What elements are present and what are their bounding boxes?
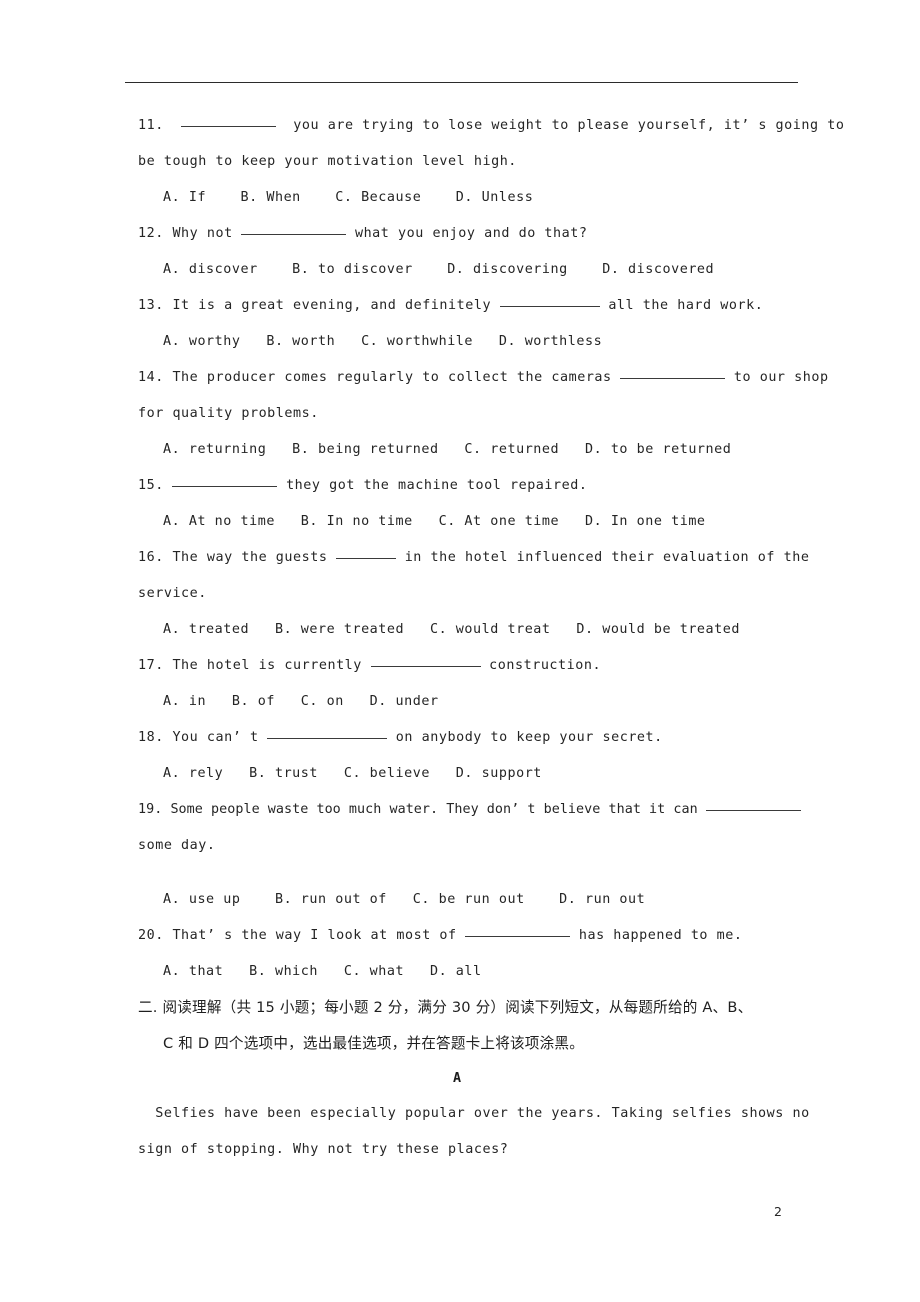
question-stem-line: 16. The way the guests in the hotel infl… <box>138 540 809 576</box>
question-stem-line: some day. <box>138 828 786 864</box>
passage-line: sign of stopping. Why not try these plac… <box>138 1142 509 1157</box>
question-stem-line: 20. That’ s the way I look at most of ha… <box>138 918 786 954</box>
fill-in-blank <box>172 474 278 487</box>
question-stem-line: 19. Some people waste too much water. Th… <box>138 792 801 828</box>
fill-in-blank <box>181 114 277 127</box>
question-options-line: A. in B. of C. on D. under <box>138 684 786 720</box>
question-item: 11. you are trying to lose weight to ple… <box>138 108 844 216</box>
page-number: 2 <box>774 1204 782 1219</box>
text-run: for quality problems. <box>138 406 319 421</box>
question-options-line: A. use up B. run out of C. be run out D.… <box>138 882 786 918</box>
document-page: 11. you are trying to lose weight to ple… <box>0 0 920 1302</box>
question-item: 17. The hotel is currently construction.… <box>138 648 786 720</box>
question-stem-line: for quality problems. <box>138 396 786 432</box>
header-separator-rule <box>125 82 798 83</box>
text-run: be tough to keep your motivation level h… <box>138 154 517 169</box>
question-stem-line: 14. The producer comes regularly to coll… <box>138 360 828 396</box>
question-item: 19. Some people waste too much water. Th… <box>138 792 801 918</box>
document-body: 11. you are trying to lose weight to ple… <box>138 108 844 1168</box>
question-item: 12. Why not what you enjoy and do that? A… <box>138 216 786 288</box>
multiple-choice-question-list: 11. you are trying to lose weight to ple… <box>138 108 844 990</box>
reading-passage: Selfies have been especially popular ove… <box>138 1096 810 1168</box>
text-run: 19. Some people waste too much water. Th… <box>138 802 706 817</box>
text-run: A. treated B. were treated C. would trea… <box>163 622 740 637</box>
text-run: 20. That’ s the way I look at most of <box>138 928 466 943</box>
question-options-line: A. treated B. were treated C. would trea… <box>138 612 786 648</box>
text-run: in the hotel influenced their evaluation… <box>396 550 810 565</box>
question-item: 20. That’ s the way I look at most of ha… <box>138 918 786 990</box>
reading-instruction-line-1: 二. 阅读理解（共 15 小题；每小题 2 分，满分 30 分）阅读下列短文，从… <box>138 999 753 1016</box>
question-stem-line: 11. you are trying to lose weight to ple… <box>138 108 844 144</box>
question-options-line: A. discover B. to discover D. discoverin… <box>138 252 786 288</box>
fill-in-blank <box>465 924 571 937</box>
passage-line: Selfies have been especially popular ove… <box>138 1106 810 1121</box>
question-options-line: A. that B. which C. what D. all <box>138 954 786 990</box>
reading-section-instruction: 二. 阅读理解（共 15 小题；每小题 2 分，满分 30 分）阅读下列短文，从… <box>138 990 786 1062</box>
text-run: 11. <box>138 118 182 133</box>
question-item: 16. The way the guests in the hotel infl… <box>138 540 809 648</box>
text-run: 16. The way the guests <box>138 550 337 565</box>
question-options-line: A. worthy B. worth C. worthwhile D. wort… <box>138 324 786 360</box>
question-stem-line: 17. The hotel is currently construction. <box>138 648 786 684</box>
text-run: 13. It is a great evening, and definitel… <box>138 298 500 313</box>
text-run: 18. You can’ t <box>138 730 268 745</box>
text-run: A. discover B. to discover D. discoverin… <box>163 262 715 277</box>
text-run: to our shop <box>725 370 829 385</box>
text-run: 17. The hotel is currently <box>138 658 371 673</box>
fill-in-blank <box>499 294 600 307</box>
text-run: all the hard work. <box>599 298 764 313</box>
text-run: A. in B. of C. on D. under <box>163 694 439 709</box>
text-run: you are trying to lose weight to please … <box>276 118 845 133</box>
fill-in-blank <box>370 654 481 667</box>
text-run: service. <box>138 586 207 601</box>
fill-in-blank <box>241 222 347 235</box>
text-run: A. use up B. run out of C. be run out D.… <box>163 892 646 907</box>
fill-in-blank <box>267 726 388 739</box>
question-stem-line: 12. Why not what you enjoy and do that? <box>138 216 786 252</box>
question-stem-line: 15. they got the machine tool repaired. <box>138 468 786 504</box>
reading-instruction-line-2: C 和 D 四个选项中，选出最佳选项，并在答题卡上将该项涂黑。 <box>163 1035 584 1052</box>
text-run: has happened to me. <box>570 928 743 943</box>
question-item: 14. The producer comes regularly to coll… <box>138 360 828 468</box>
fill-in-blank <box>705 798 801 811</box>
text-run: 15. <box>138 478 173 493</box>
fill-in-blank <box>620 366 726 379</box>
text-run: 12. Why not <box>138 226 242 241</box>
passage-letter-heading: A <box>452 1071 462 1086</box>
fill-in-blank <box>336 546 397 559</box>
question-item: 15. they got the machine tool repaired. A… <box>138 468 786 540</box>
question-item: 13. It is a great evening, and definitel… <box>138 288 786 360</box>
question-options-line: A. If B. When C. Because D. Unless <box>138 180 786 216</box>
question-stem-line: service. <box>138 576 786 612</box>
text-run: A. returning B. being returned C. return… <box>163 442 732 457</box>
question-options-line: A. At no time B. In no time C. At one ti… <box>138 504 786 540</box>
line-spacer <box>138 864 786 882</box>
question-stem-line: 13. It is a great evening, and definitel… <box>138 288 786 324</box>
text-run: A. worthy B. worth C. worthwhile D. wort… <box>163 334 603 349</box>
text-run: on anybody to keep your secret. <box>387 730 663 745</box>
text-run: A. At no time B. In no time C. At one ti… <box>163 514 706 529</box>
text-run: some day. <box>138 838 216 853</box>
text-run: they got the machine tool repaired. <box>277 478 588 493</box>
question-stem-line: be tough to keep your motivation level h… <box>138 144 786 180</box>
text-run: A. If B. When C. Because D. Unless <box>163 190 534 205</box>
text-run: 14. The producer comes regularly to coll… <box>138 370 621 385</box>
question-item: 18. You can’ t on anybody to keep your s… <box>138 720 786 792</box>
text-run: construction. <box>480 658 602 673</box>
text-run: A. that B. which C. what D. all <box>163 964 482 979</box>
question-stem-line: 18. You can’ t on anybody to keep your s… <box>138 720 786 756</box>
text-run: A. rely B. trust C. believe D. support <box>163 766 542 781</box>
question-options-line: A. rely B. trust C. believe D. support <box>138 756 786 792</box>
question-options-line: A. returning B. being returned C. return… <box>138 432 786 468</box>
text-run: what you enjoy and do that? <box>346 226 588 241</box>
